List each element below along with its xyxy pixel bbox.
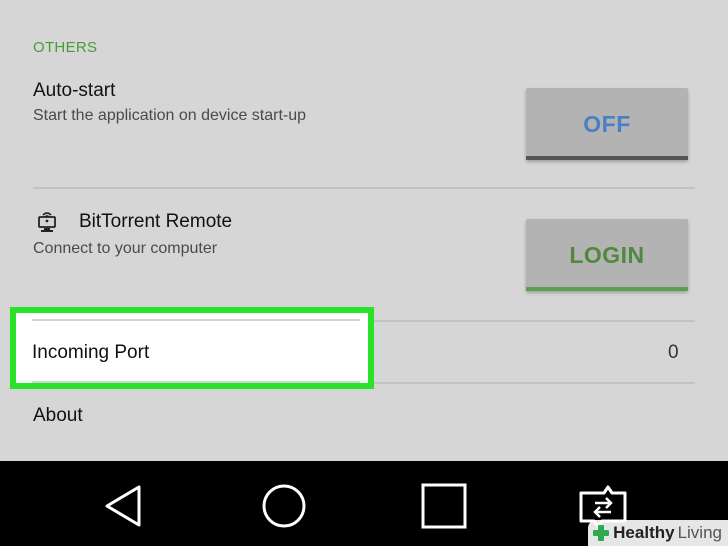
healthy-living-watermark: Healthy Living <box>588 520 728 546</box>
button-underline <box>526 287 688 291</box>
about-item[interactable]: About <box>33 405 83 427</box>
divider <box>33 187 695 189</box>
auto-start-toggle-button[interactable]: OFF <box>526 88 688 160</box>
remote-subtitle: Connect to your computer <box>33 240 218 257</box>
section-header-others: OTHERS <box>33 39 98 56</box>
remote-access-icon <box>38 212 56 232</box>
settings-screen: OTHERS Auto-start Start the application … <box>0 0 728 461</box>
recents-icon[interactable] <box>419 481 469 531</box>
watermark-brand: Healthy <box>613 523 675 542</box>
incoming-port-value: 0 <box>668 342 679 363</box>
auto-start-subtitle: Start the application on device start-up <box>33 107 307 124</box>
divider <box>32 381 360 383</box>
incoming-port-row-highlight[interactable]: Incoming Port <box>10 307 374 389</box>
login-button-label: LOGIN <box>569 241 645 268</box>
back-icon[interactable] <box>100 481 150 531</box>
button-underline <box>526 156 688 160</box>
remote-title: BitTorrent Remote <box>79 211 233 232</box>
divider <box>32 319 360 321</box>
plus-logo-icon <box>593 525 610 541</box>
home-icon[interactable] <box>259 481 309 531</box>
login-button[interactable]: LOGIN <box>526 219 688 291</box>
divider <box>374 382 695 384</box>
incoming-port-title: Incoming Port <box>32 342 150 363</box>
auto-start-button-label: OFF <box>583 110 631 137</box>
auto-start-title: Auto-start <box>33 80 116 101</box>
watermark-brand-secondary: Living <box>677 523 722 542</box>
